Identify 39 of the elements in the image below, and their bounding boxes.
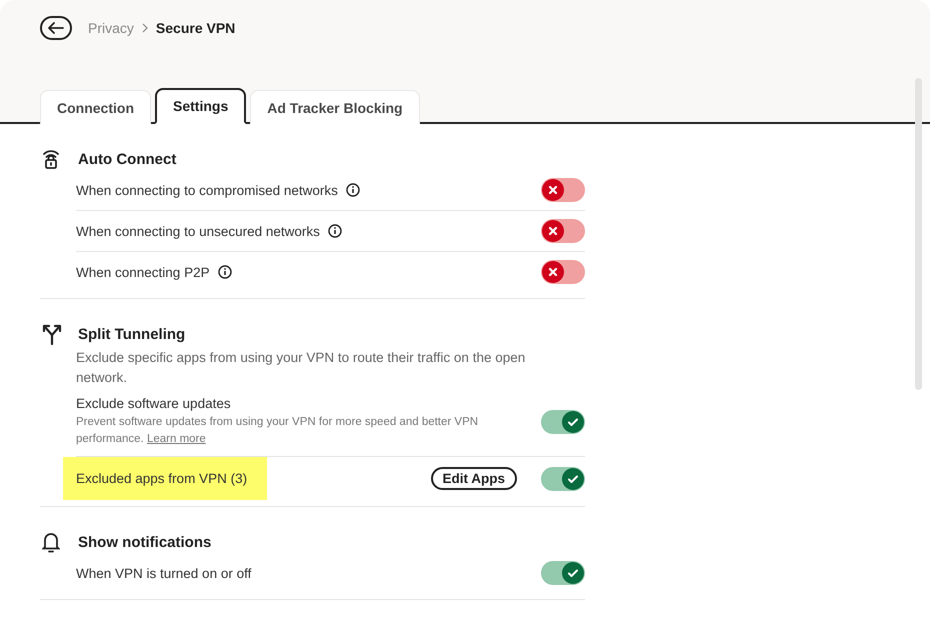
tab[interactable]: Connection [40,90,151,124]
page-title: Secure VPN [156,20,236,36]
tab[interactable]: Ad Tracker Blocking [250,90,420,124]
setting-note: Prevent software updates from using your VPN for more speed and better VPN performance. Learn more [76,415,480,447]
toggle-switch[interactable] [541,219,585,243]
section-description: Exclude specific apps from using your VPN to route their traffic on the open network. [76,349,526,387]
toggle-switch[interactable] [541,410,585,434]
wifi-lock-icon [42,148,60,170]
check-icon [567,567,579,579]
bell-icon [42,531,60,553]
x-icon [548,267,558,277]
scrollbar[interactable] [915,78,922,390]
x-icon [548,226,558,236]
section-title: Auto Connect [78,150,176,168]
section-title: Show notifications [78,534,212,550]
info-icon[interactable] [328,224,342,238]
check-icon [567,472,579,484]
edit-apps-button[interactable]: Edit Apps [430,467,517,490]
setting-label: Excluded apps from VPN (3) [63,457,268,500]
check-icon [567,416,579,428]
toggle-switch[interactable] [541,260,585,284]
toggle-switch[interactable] [541,466,585,490]
tab[interactable]: Settings [155,88,246,124]
split-arrows-icon [42,323,62,345]
toggle-switch[interactable] [541,561,585,585]
arrow-left-icon [47,21,65,35]
x-icon [548,185,558,195]
info-icon[interactable] [346,183,360,197]
toggle-switch[interactable] [541,178,585,202]
setting-label: Exclude software updates [76,396,231,411]
setting-label: When VPN is turned on or off [76,566,252,580]
setting-label: When connecting to unsecured networks [76,224,320,238]
learn-more-link[interactable]: Learn more [146,433,206,445]
setting-label: When connecting P2P [76,264,210,280]
section-title: Split Tunneling [78,326,186,342]
info-icon[interactable] [218,265,232,279]
back-button[interactable] [40,16,72,40]
setting-label: When connecting to compromised networks [76,182,338,198]
chevron-icon [142,23,148,33]
